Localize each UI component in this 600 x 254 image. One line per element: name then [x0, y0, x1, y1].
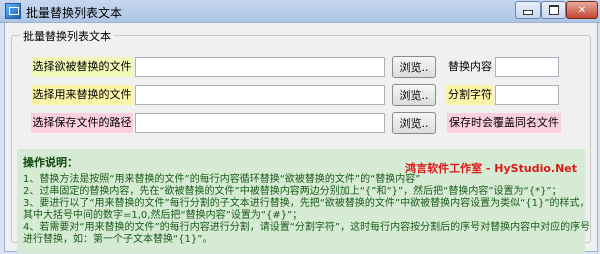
minimize-icon	[523, 10, 533, 15]
save-path-input[interactable]	[135, 113, 385, 133]
brand-text: 鸿言软件工作室 - HyStudio.Net	[405, 162, 577, 175]
close-button[interactable]: ✕	[566, 1, 598, 19]
replace-file-label: 选择用来替换的文件	[31, 85, 133, 105]
maximize-button[interactable]	[541, 1, 566, 19]
instructions-panel: 操作说明： 鸿言软件工作室 - HyStudio.Net 1、替换方法是按照“用…	[17, 149, 590, 253]
split-char-input[interactable]	[495, 85, 559, 105]
source-browse-button[interactable]: 浏览..	[392, 56, 436, 78]
source-file-input[interactable]	[135, 57, 385, 77]
instructions-title: 操作说明：	[23, 156, 78, 169]
instruction-line: 进行替换，如：第一个子文本替换“{1}”。	[23, 234, 213, 245]
minimize-button[interactable]	[515, 1, 541, 19]
split-char-label: 分割字符	[446, 85, 494, 105]
replace-content-label: 替换内容	[448, 60, 492, 73]
replace-file-input[interactable]	[135, 85, 385, 105]
save-browse-button[interactable]: 浏览..	[392, 112, 436, 134]
overwrite-note: 保存时会覆盖同名文件	[447, 113, 561, 133]
source-file-label: 选择欲被替换的文件	[31, 57, 133, 77]
group-title: 批量替换列表文本	[20, 28, 114, 44]
save-path-label: 选择保存文件的路径	[31, 113, 133, 133]
app-icon	[5, 3, 21, 19]
window-client: 批量替换列表文本 选择欲被替换的文件 浏览.. 替换内容 选择用来替换的文件 浏…	[4, 22, 598, 253]
close-icon: ✕	[577, 4, 587, 16]
replace-content-input[interactable]	[495, 57, 559, 77]
replace-browse-button[interactable]: 浏览..	[392, 84, 436, 106]
title-bar[interactable]: 批量替换列表文本 ✕	[0, 0, 600, 23]
window-title: 批量替换列表文本	[26, 6, 123, 20]
maximize-icon	[548, 5, 559, 15]
